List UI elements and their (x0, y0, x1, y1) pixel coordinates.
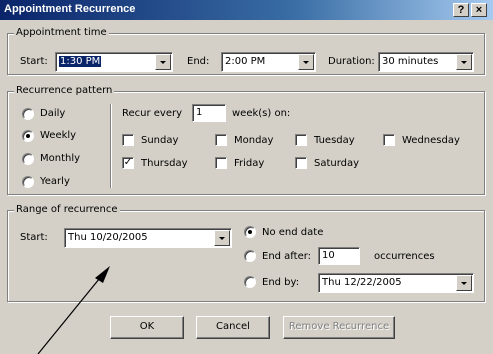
wednesday-label[interactable]: Wednesday (402, 135, 460, 146)
duration-label: Duration: (328, 56, 375, 67)
range-start-label: Start: (20, 232, 48, 243)
title-bar: Appointment Recurrence ? × (0, 0, 493, 20)
end-time-dropdown[interactable]: 2:00 PM (221, 52, 316, 72)
start-time-dropdown[interactable]: 1:30 PM (55, 52, 173, 72)
recur-every-input[interactable]: 1 (192, 104, 226, 122)
sunday-label[interactable]: Sunday (141, 135, 178, 146)
friday-label[interactable]: Friday (234, 158, 264, 169)
occurrences-label: occurrences (374, 251, 435, 262)
start-time-value: 1:30 PM (59, 56, 102, 67)
end-after-input[interactable]: 10 (318, 247, 360, 265)
cancel-button[interactable]: Cancel (196, 316, 270, 339)
help-button[interactable]: ? (453, 3, 469, 17)
close-button[interactable]: × (471, 3, 487, 17)
weekly-radio[interactable] (22, 130, 34, 142)
pattern-divider (110, 104, 111, 188)
end-time-value: 2:00 PM (225, 56, 266, 67)
end-time-label: End: (187, 56, 210, 67)
chevron-down-icon[interactable] (214, 230, 230, 246)
end-by-radio[interactable] (244, 276, 256, 288)
end-after-label[interactable]: End after: (262, 251, 311, 262)
monthly-label[interactable]: Monthly (40, 153, 80, 164)
range-start-dropdown[interactable]: Thu 10/20/2005 (64, 228, 232, 248)
start-time-label: Start: (20, 56, 48, 67)
no-end-date-radio[interactable] (244, 226, 256, 238)
recurrence-pattern-legend: Recurrence pattern (14, 85, 115, 96)
chevron-down-icon[interactable] (456, 54, 472, 70)
monday-checkbox[interactable] (215, 134, 227, 146)
wednesday-checkbox[interactable] (383, 134, 395, 146)
daily-radio[interactable] (22, 108, 34, 120)
ok-button[interactable]: OK (110, 316, 184, 339)
no-end-date-label[interactable]: No end date (262, 227, 323, 238)
remove-recurrence-button[interactable]: Remove Recurrence (283, 316, 395, 339)
recur-every-label: Recur every (122, 108, 183, 119)
end-after-radio[interactable] (244, 250, 256, 262)
appointment-time-legend: Appointment time (14, 27, 109, 38)
weekly-label[interactable]: Weekly (40, 130, 76, 141)
sunday-checkbox[interactable] (122, 134, 134, 146)
duration-value: 30 minutes (382, 56, 439, 67)
daily-label[interactable]: Daily (40, 108, 65, 119)
monthly-radio[interactable] (22, 153, 34, 165)
end-by-label[interactable]: End by: (262, 277, 299, 288)
yearly-label[interactable]: Yearly (40, 176, 70, 187)
saturday-label[interactable]: Saturday (314, 158, 359, 169)
chevron-down-icon[interactable] (456, 275, 472, 291)
tuesday-label[interactable]: Tuesday (314, 135, 355, 146)
tuesday-checkbox[interactable] (295, 134, 307, 146)
saturday-checkbox[interactable] (295, 157, 307, 169)
weeks-on-label: week(s) on: (232, 108, 291, 119)
range-legend: Range of recurrence (14, 204, 120, 215)
chevron-down-icon[interactable] (298, 54, 314, 70)
end-by-dropdown[interactable]: Thu 12/22/2005 (318, 273, 474, 293)
appointment-recurrence-dialog: Appointment Recurrence ? × Appointment t… (0, 0, 493, 354)
range-start-value: Thu 10/20/2005 (68, 232, 148, 243)
chevron-down-icon[interactable] (155, 54, 171, 70)
thursday-checkbox[interactable]: ✓ (122, 157, 134, 169)
duration-dropdown[interactable]: 30 minutes (378, 52, 474, 72)
thursday-label[interactable]: Thursday (141, 158, 188, 169)
end-by-value: Thu 12/22/2005 (322, 277, 402, 288)
window-title: Appointment Recurrence (4, 3, 136, 15)
yearly-radio[interactable] (22, 176, 34, 188)
monday-label[interactable]: Monday (234, 135, 273, 146)
friday-checkbox[interactable] (215, 157, 227, 169)
